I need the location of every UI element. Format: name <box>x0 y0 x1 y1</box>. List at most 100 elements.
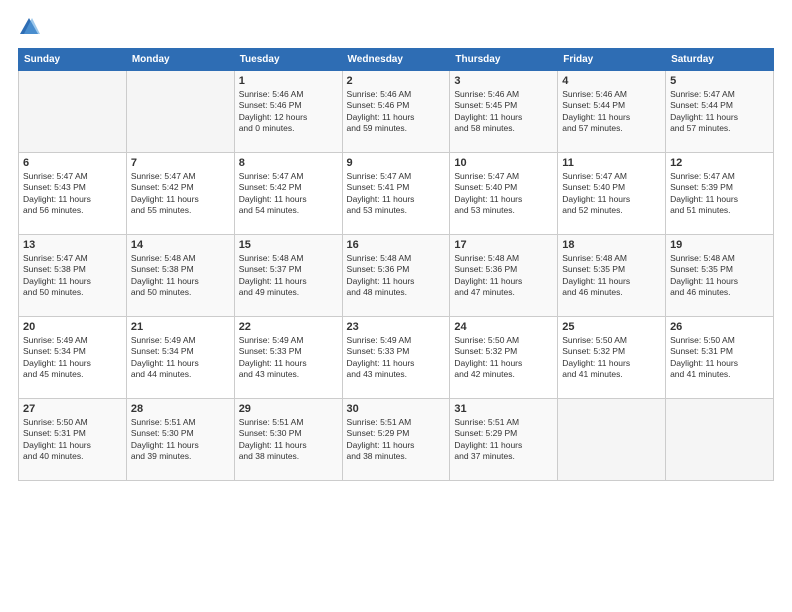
day-number: 7 <box>131 157 230 169</box>
day-info: Sunrise: 5:47 AMSunset: 5:42 PMDaylight:… <box>239 171 338 217</box>
calendar-cell: 25Sunrise: 5:50 AMSunset: 5:32 PMDayligh… <box>558 317 666 399</box>
day-number: 13 <box>23 239 122 251</box>
calendar-table: SundayMondayTuesdayWednesdayThursdayFrid… <box>18 48 774 481</box>
day-info: Sunrise: 5:47 AMSunset: 5:40 PMDaylight:… <box>454 171 553 217</box>
calendar-cell <box>126 71 234 153</box>
day-number: 10 <box>454 157 553 169</box>
day-info: Sunrise: 5:46 AMSunset: 5:44 PMDaylight:… <box>562 89 661 135</box>
calendar-cell: 1 Sunrise: 5:46 AMSunset: 5:46 PMDaylight… <box>234 71 342 153</box>
calendar-week-2: 6 Sunrise: 5:47 AMSunset: 5:43 PMDaylight… <box>19 153 774 235</box>
day-info: Sunrise: 5:46 AMSunset: 5:46 PMDaylight:… <box>239 89 338 135</box>
day-info: Sunrise: 5:48 AMSunset: 5:36 PMDaylight:… <box>347 253 446 299</box>
calendar-cell: 27Sunrise: 5:50 AMSunset: 5:31 PMDayligh… <box>19 399 127 481</box>
day-number: 21 <box>131 321 230 333</box>
calendar-cell: 11 Sunrise: 5:47 AMSunset: 5:40 PMDayligh… <box>558 153 666 235</box>
day-info: Sunrise: 5:51 AMSunset: 5:30 PMDaylight:… <box>239 417 338 463</box>
day-number: 1 <box>239 75 338 87</box>
calendar-cell: 18 Sunrise: 5:48 AMSunset: 5:35 PMDayligh… <box>558 235 666 317</box>
calendar-cell: 23 Sunrise: 5:49 AMSunset: 5:33 PMDayligh… <box>342 317 450 399</box>
calendar-cell: 21 Sunrise: 5:49 AMSunset: 5:34 PMDayligh… <box>126 317 234 399</box>
day-info: Sunrise: 5:49 AMSunset: 5:33 PMDaylight:… <box>239 335 338 381</box>
calendar-week-5: 27Sunrise: 5:50 AMSunset: 5:31 PMDayligh… <box>19 399 774 481</box>
calendar-cell: 5 Sunrise: 5:47 AMSunset: 5:44 PMDaylight… <box>666 71 774 153</box>
day-info: Sunrise: 5:48 AMSunset: 5:35 PMDaylight:… <box>562 253 661 299</box>
calendar-cell: 4 Sunrise: 5:46 AMSunset: 5:44 PMDaylight… <box>558 71 666 153</box>
day-number: 9 <box>347 157 446 169</box>
day-number: 18 <box>562 239 661 251</box>
day-number: 15 <box>239 239 338 251</box>
day-info: Sunrise: 5:47 AMSunset: 5:43 PMDaylight:… <box>23 171 122 217</box>
calendar-cell: 17 Sunrise: 5:48 AMSunset: 5:36 PMDayligh… <box>450 235 558 317</box>
calendar-cell: 22 Sunrise: 5:49 AMSunset: 5:33 PMDayligh… <box>234 317 342 399</box>
day-number: 23 <box>347 321 446 333</box>
day-number: 19 <box>670 239 769 251</box>
day-number: 3 <box>454 75 553 87</box>
weekday-header-row: SundayMondayTuesdayWednesdayThursdayFrid… <box>19 49 774 71</box>
calendar-cell: 26Sunrise: 5:50 AMSunset: 5:31 PMDayligh… <box>666 317 774 399</box>
weekday-wednesday: Wednesday <box>342 49 450 71</box>
calendar-cell: 16 Sunrise: 5:48 AMSunset: 5:36 PMDayligh… <box>342 235 450 317</box>
weekday-monday: Monday <box>126 49 234 71</box>
day-info: Sunrise: 5:47 AMSunset: 5:39 PMDaylight:… <box>670 171 769 217</box>
header <box>18 18 774 38</box>
calendar-cell: 9 Sunrise: 5:47 AMSunset: 5:41 PMDaylight… <box>342 153 450 235</box>
calendar-cell: 2 Sunrise: 5:46 AMSunset: 5:46 PMDaylight… <box>342 71 450 153</box>
logo-icon <box>18 16 40 38</box>
calendar-cell: 20Sunrise: 5:49 AMSunset: 5:34 PMDayligh… <box>19 317 127 399</box>
day-number: 5 <box>670 75 769 87</box>
day-info: Sunrise: 5:48 AMSunset: 5:37 PMDaylight:… <box>239 253 338 299</box>
day-info: Sunrise: 5:51 AMSunset: 5:29 PMDaylight:… <box>454 417 553 463</box>
day-info: Sunrise: 5:47 AMSunset: 5:42 PMDaylight:… <box>131 171 230 217</box>
calendar-week-1: 1 Sunrise: 5:46 AMSunset: 5:46 PMDaylight… <box>19 71 774 153</box>
weekday-friday: Friday <box>558 49 666 71</box>
day-info: Sunrise: 5:48 AMSunset: 5:35 PMDaylight:… <box>670 253 769 299</box>
day-number: 14 <box>131 239 230 251</box>
day-info: Sunrise: 5:47 AMSunset: 5:41 PMDaylight:… <box>347 171 446 217</box>
calendar-cell: 19 Sunrise: 5:48 AMSunset: 5:35 PMDayligh… <box>666 235 774 317</box>
day-info: Sunrise: 5:48 AMSunset: 5:36 PMDaylight:… <box>454 253 553 299</box>
page: SundayMondayTuesdayWednesdayThursdayFrid… <box>0 0 792 612</box>
day-number: 12 <box>670 157 769 169</box>
calendar-cell: 24 Sunrise: 5:50 AMSunset: 5:32 PMDayligh… <box>450 317 558 399</box>
logo <box>18 18 44 38</box>
day-info: Sunrise: 5:46 AMSunset: 5:46 PMDaylight:… <box>347 89 446 135</box>
calendar-cell <box>666 399 774 481</box>
calendar-week-4: 20Sunrise: 5:49 AMSunset: 5:34 PMDayligh… <box>19 317 774 399</box>
day-number: 29 <box>239 403 338 415</box>
calendar-cell: 10 Sunrise: 5:47 AMSunset: 5:40 PMDayligh… <box>450 153 558 235</box>
calendar-cell: 14 Sunrise: 5:48 AMSunset: 5:38 PMDayligh… <box>126 235 234 317</box>
calendar-cell <box>558 399 666 481</box>
calendar-cell: 31 Sunrise: 5:51 AMSunset: 5:29 PMDayligh… <box>450 399 558 481</box>
day-info: Sunrise: 5:48 AMSunset: 5:38 PMDaylight:… <box>131 253 230 299</box>
day-info: Sunrise: 5:50 AMSunset: 5:31 PMDaylight:… <box>23 417 122 463</box>
day-info: Sunrise: 5:49 AMSunset: 5:34 PMDaylight:… <box>131 335 230 381</box>
day-number: 11 <box>562 157 661 169</box>
day-number: 22 <box>239 321 338 333</box>
weekday-sunday: Sunday <box>19 49 127 71</box>
day-number: 28 <box>131 403 230 415</box>
day-number: 4 <box>562 75 661 87</box>
calendar-cell: 12 Sunrise: 5:47 AMSunset: 5:39 PMDayligh… <box>666 153 774 235</box>
day-info: Sunrise: 5:49 AMSunset: 5:34 PMDaylight:… <box>23 335 122 381</box>
day-info: Sunrise: 5:49 AMSunset: 5:33 PMDaylight:… <box>347 335 446 381</box>
day-info: Sunrise: 5:46 AMSunset: 5:45 PMDaylight:… <box>454 89 553 135</box>
day-number: 2 <box>347 75 446 87</box>
day-number: 17 <box>454 239 553 251</box>
day-info: Sunrise: 5:51 AMSunset: 5:30 PMDaylight:… <box>131 417 230 463</box>
day-number: 16 <box>347 239 446 251</box>
weekday-thursday: Thursday <box>450 49 558 71</box>
day-info: Sunrise: 5:47 AMSunset: 5:44 PMDaylight:… <box>670 89 769 135</box>
day-info: Sunrise: 5:47 AMSunset: 5:40 PMDaylight:… <box>562 171 661 217</box>
day-number: 30 <box>347 403 446 415</box>
calendar-cell <box>19 71 127 153</box>
weekday-tuesday: Tuesday <box>234 49 342 71</box>
day-number: 6 <box>23 157 122 169</box>
calendar-cell: 30 Sunrise: 5:51 AMSunset: 5:29 PMDayligh… <box>342 399 450 481</box>
day-info: Sunrise: 5:51 AMSunset: 5:29 PMDaylight:… <box>347 417 446 463</box>
calendar-cell: 3 Sunrise: 5:46 AMSunset: 5:45 PMDaylight… <box>450 71 558 153</box>
calendar-cell: 7 Sunrise: 5:47 AMSunset: 5:42 PMDaylight… <box>126 153 234 235</box>
day-info: Sunrise: 5:50 AMSunset: 5:32 PMDaylight:… <box>454 335 553 381</box>
day-number: 24 <box>454 321 553 333</box>
day-number: 31 <box>454 403 553 415</box>
calendar-cell: 29 Sunrise: 5:51 AMSunset: 5:30 PMDayligh… <box>234 399 342 481</box>
